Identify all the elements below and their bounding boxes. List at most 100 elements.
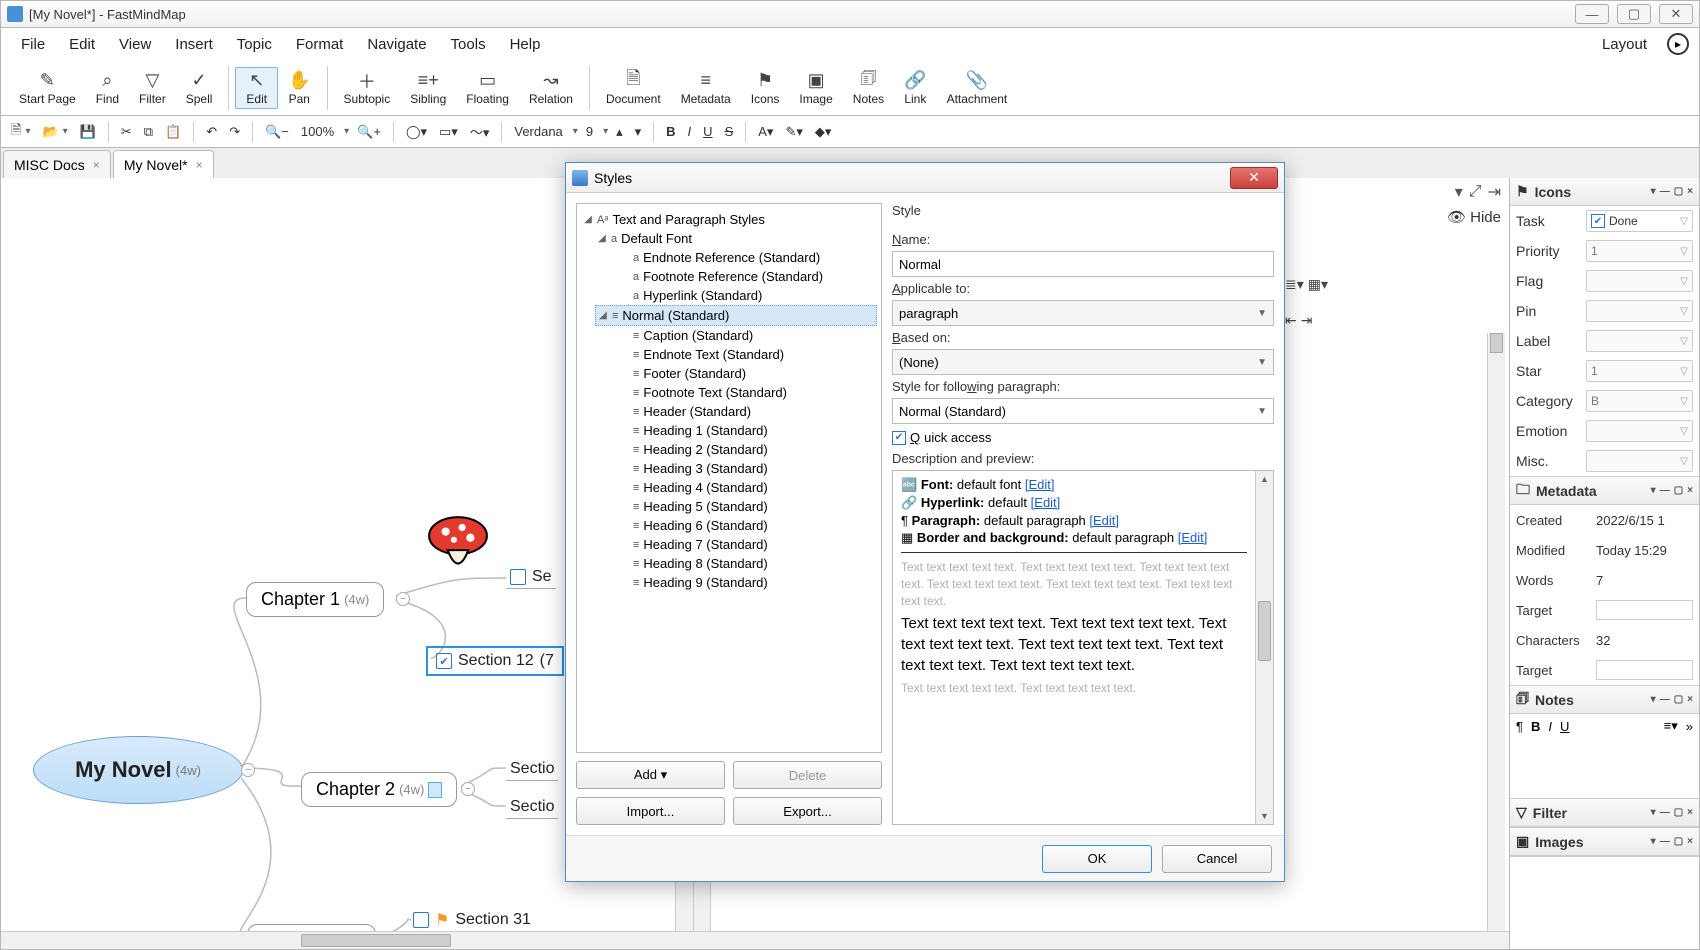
tree-item[interactable]: Endnote Reference (Standard) bbox=[643, 250, 820, 265]
paste-button[interactable]: 📋 bbox=[161, 122, 185, 142]
panel-close-icon[interactable]: × bbox=[1687, 807, 1693, 818]
panel-max-icon[interactable]: ▢ bbox=[1674, 807, 1683, 818]
zoom-value[interactable]: 100% bbox=[297, 124, 338, 139]
cut-button[interactable]: ✂ bbox=[117, 122, 136, 142]
menu-topic[interactable]: Topic bbox=[227, 32, 282, 57]
style1-button[interactable]: ◯▾ bbox=[402, 122, 431, 142]
style-name-input[interactable] bbox=[892, 251, 1274, 277]
icon-row-select[interactable]: ▽ bbox=[1586, 420, 1693, 442]
toolbar-pan-button[interactable]: ✋Pan bbox=[278, 68, 320, 108]
collapse-icon[interactable]: − bbox=[461, 782, 475, 796]
export-button[interactable]: Export... bbox=[733, 797, 882, 825]
zoom-in-button[interactable]: 🔍+ bbox=[353, 122, 385, 142]
indent-left-icon[interactable]: ⇤ bbox=[1285, 312, 1297, 329]
notes-style-icon[interactable]: ¶ bbox=[1516, 719, 1523, 734]
checkbox-icon[interactable] bbox=[510, 569, 526, 585]
indent-right-icon[interactable]: ⇥ bbox=[1301, 312, 1313, 329]
textcolor-button[interactable]: A▾ bbox=[754, 122, 777, 142]
tree-item[interactable]: Heading 8 (Standard) bbox=[643, 556, 767, 571]
panel-min-icon[interactable]: — bbox=[1660, 485, 1670, 496]
close-tab-icon[interactable]: × bbox=[93, 158, 100, 172]
icon-row-select[interactable]: ✔Done▽ bbox=[1586, 210, 1693, 232]
style2-button[interactable]: ▭▾ bbox=[435, 122, 462, 142]
basedon-select[interactable]: (None)▼ bbox=[892, 349, 1274, 375]
dialog-titlebar[interactable]: Styles ✕ bbox=[566, 163, 1284, 193]
menu-help[interactable]: Help bbox=[500, 32, 551, 57]
grid-icon[interactable]: ▦▾ bbox=[1308, 276, 1328, 293]
tree-default-font[interactable]: Default Font bbox=[621, 231, 692, 246]
toolbar-filter-button[interactable]: ▽Filter bbox=[129, 68, 176, 108]
toolbar-link-button[interactable]: 🔗Link bbox=[894, 68, 936, 108]
style3-button[interactable]: ～▾ bbox=[466, 120, 494, 143]
cancel-button[interactable]: Cancel bbox=[1162, 845, 1272, 873]
menu-insert[interactable]: Insert bbox=[165, 32, 223, 57]
menu-navigate[interactable]: Navigate bbox=[357, 32, 436, 57]
panel-menu-icon[interactable]: ▾ bbox=[1651, 807, 1656, 818]
checkbox-icon[interactable] bbox=[413, 912, 429, 928]
icon-row-select[interactable]: 1▽ bbox=[1586, 240, 1693, 262]
add-style-button[interactable]: Add ▾ bbox=[576, 761, 725, 789]
toolbar-attachment-button[interactable]: 📎Attachment bbox=[937, 68, 1018, 108]
maximize-button[interactable]: ▢ bbox=[1617, 4, 1651, 24]
notes-list-button[interactable]: ≡▾ bbox=[1664, 718, 1678, 734]
toolbar-image-button[interactable]: ▣Image bbox=[789, 68, 842, 108]
panel-min-icon[interactable]: — bbox=[1660, 694, 1670, 705]
fontsize-down[interactable]: ▾ bbox=[631, 122, 646, 142]
icon-row-select[interactable]: 1▽ bbox=[1586, 360, 1693, 382]
toolbar-start-page-button[interactable]: ✎Start Page bbox=[9, 68, 86, 108]
tree-item[interactable]: Footer (Standard) bbox=[643, 366, 746, 381]
tree-item[interactable]: Heading 4 (Standard) bbox=[643, 480, 767, 495]
toolbar-spell-button[interactable]: ✓Spell bbox=[176, 68, 223, 108]
toolbar-sibling-button[interactable]: ≡+Sibling bbox=[400, 68, 456, 108]
quick-access-checkbox[interactable]: ✔Quick access bbox=[892, 428, 1274, 447]
open-button[interactable]: 📂▾ bbox=[38, 122, 71, 142]
import-button[interactable]: Import... bbox=[576, 797, 725, 825]
pane-scrollbar[interactable] bbox=[1487, 333, 1505, 931]
tree-normal[interactable]: Normal (Standard) bbox=[622, 308, 729, 323]
notes-underline-button[interactable]: U bbox=[1560, 719, 1569, 734]
panel-close-icon[interactable]: × bbox=[1687, 836, 1693, 847]
tree-item[interactable]: Heading 2 (Standard) bbox=[643, 442, 767, 457]
tree-item[interactable]: Heading 3 (Standard) bbox=[643, 461, 767, 476]
menu-view[interactable]: View bbox=[109, 32, 161, 57]
notes-italic-button[interactable]: I bbox=[1548, 719, 1552, 734]
strike-button[interactable]: S bbox=[721, 122, 738, 141]
menu-format[interactable]: Format bbox=[286, 32, 354, 57]
toolbar-metadata-button[interactable]: ≡Metadata bbox=[671, 68, 741, 108]
collapse-icon[interactable]: − bbox=[396, 592, 410, 606]
panel-max-icon[interactable]: ▢ bbox=[1674, 694, 1683, 705]
chapter2-node[interactable]: Chapter 2 (4w) bbox=[301, 772, 457, 807]
icon-row-select[interactable]: B▽ bbox=[1586, 390, 1693, 412]
redo-button[interactable]: ↷ bbox=[225, 122, 244, 142]
toolbar-subtopic-button[interactable]: ＋Subtopic bbox=[334, 68, 401, 108]
meta-target-input[interactable] bbox=[1596, 600, 1693, 620]
section12-node[interactable]: Section 12 (7 bbox=[426, 646, 564, 676]
checkbox-checked-icon[interactable] bbox=[436, 653, 452, 669]
tree-item[interactable]: Header (Standard) bbox=[643, 404, 751, 419]
tree-item[interactable]: Footnote Reference (Standard) bbox=[643, 269, 823, 284]
toolbar-edit-button[interactable]: ↖Edit bbox=[235, 67, 278, 109]
panel-close-icon[interactable]: × bbox=[1687, 186, 1693, 197]
panel-max-icon[interactable]: ▢ bbox=[1674, 836, 1683, 847]
panel-min-icon[interactable]: — bbox=[1660, 836, 1670, 847]
menu-edit[interactable]: Edit bbox=[59, 32, 105, 57]
panel-max-icon[interactable]: ▢ bbox=[1674, 485, 1683, 496]
meta-target-input[interactable] bbox=[1596, 660, 1693, 680]
toolbar-document-button[interactable]: 🗎Document bbox=[596, 68, 671, 108]
toolbar-find-button[interactable]: ⌕Find bbox=[86, 68, 129, 108]
edit-hyperlink-link[interactable]: [Edit] bbox=[1031, 495, 1061, 510]
layout-button[interactable]: Layout bbox=[1594, 32, 1655, 57]
styles-tree[interactable]: ◢AᵃText and Paragraph Styles ◢aDefault F… bbox=[576, 203, 882, 753]
copy-button[interactable]: ⧉ bbox=[140, 122, 157, 142]
tree-item[interactable]: Heading 9 (Standard) bbox=[643, 575, 767, 590]
toolbar-icons-button[interactable]: ⚑Icons bbox=[741, 68, 790, 108]
toolbar-notes-button[interactable]: 🗊Notes bbox=[843, 68, 894, 108]
fontsize-up[interactable]: ▴ bbox=[612, 122, 627, 142]
panel-close-icon[interactable]: × bbox=[1687, 694, 1693, 705]
panel-min-icon[interactable]: — bbox=[1660, 186, 1670, 197]
doc-tab-mynovel[interactable]: My Novel*× bbox=[113, 150, 214, 178]
edit-paragraph-link[interactable]: [Edit] bbox=[1089, 513, 1119, 528]
tree-item[interactable]: Caption (Standard) bbox=[643, 328, 753, 343]
tree-item[interactable]: Heading 1 (Standard) bbox=[643, 423, 767, 438]
tree-item[interactable]: Hyperlink (Standard) bbox=[643, 288, 762, 303]
